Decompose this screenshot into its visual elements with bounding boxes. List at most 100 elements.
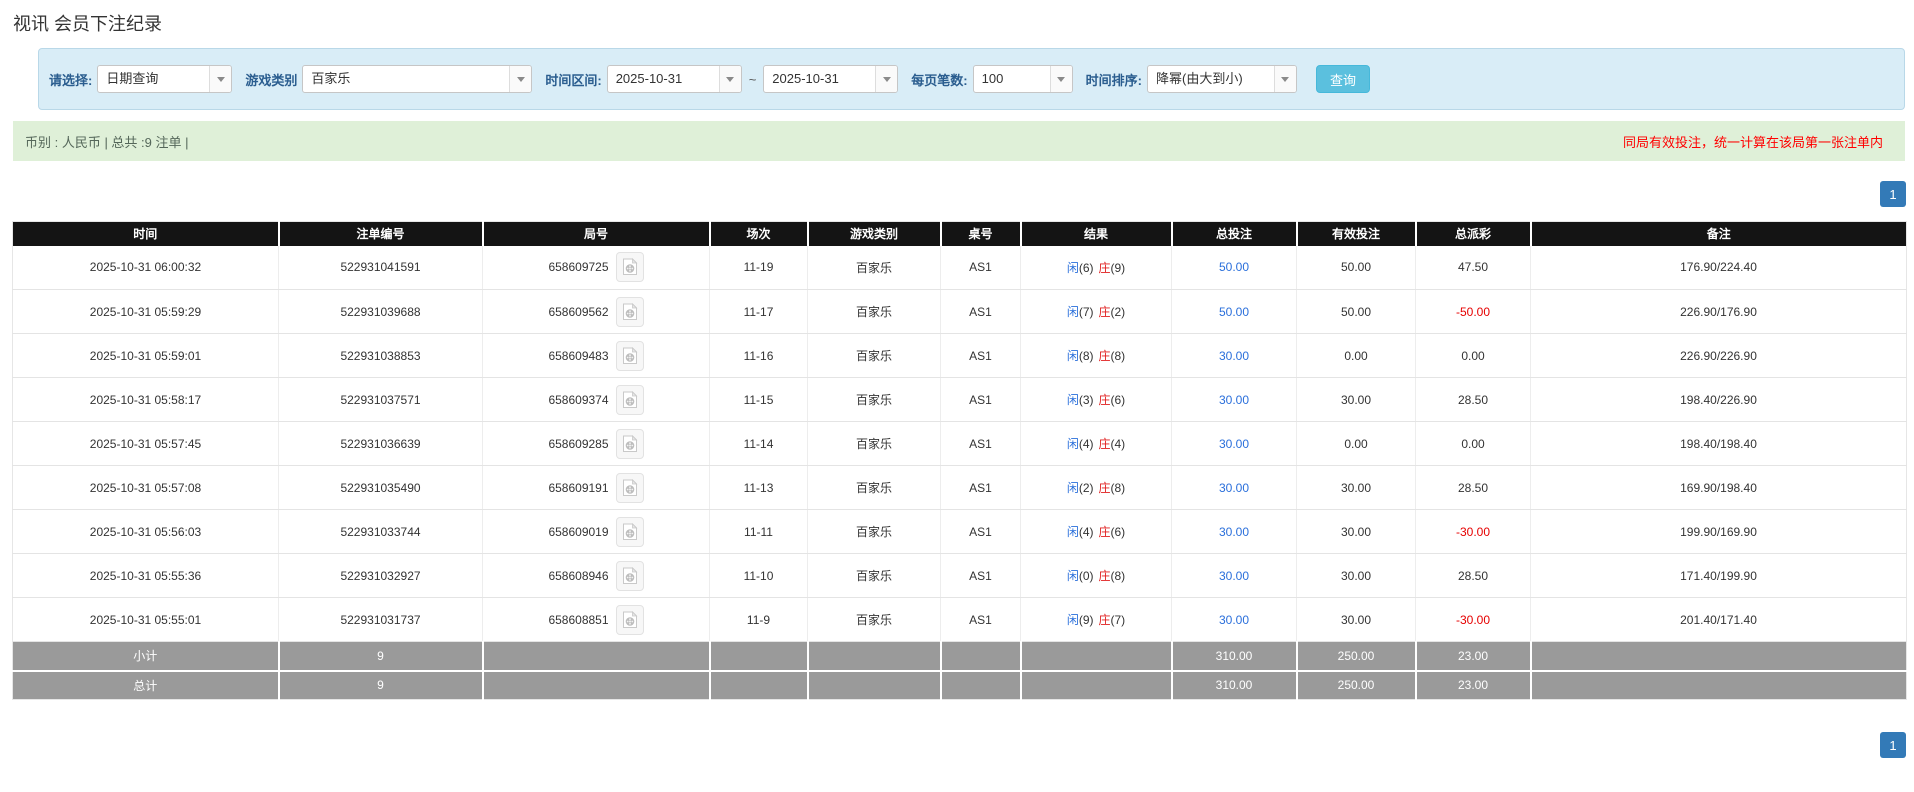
sort-order-value[interactable]: 降幂(由大到小) bbox=[1148, 66, 1274, 92]
sort-order-group: 时间排序: 降幂(由大到小) bbox=[1086, 65, 1297, 93]
video-record-icon[interactable] bbox=[615, 252, 644, 283]
cell-valid-bet: 50.00 bbox=[1296, 245, 1416, 290]
player-result: 闲 bbox=[1066, 437, 1079, 451]
cell-remark: 169.90/198.40 bbox=[1530, 465, 1907, 510]
cell-session: 11-9 bbox=[709, 597, 808, 642]
table-header: 时间 注单编号 局号 场次 游戏类别 桌号 结果 总投注 有效投注 总派彩 备注 bbox=[12, 221, 1907, 246]
cell-total-bet: 50.00 bbox=[1171, 245, 1297, 290]
cell-valid-bet: 30.00 bbox=[1296, 377, 1416, 422]
page-size-value[interactable]: 100 bbox=[974, 66, 1050, 92]
video-record-icon[interactable] bbox=[615, 472, 644, 503]
game-type-combo[interactable]: 百家乐 bbox=[302, 65, 533, 93]
cell-time: 2025-10-31 05:55:01 bbox=[12, 597, 279, 642]
banker-result: 庄 bbox=[1098, 613, 1111, 627]
player-score: (4) bbox=[1078, 525, 1094, 539]
table-row: 2025-10-31 05:58:17 522931037571 6586093… bbox=[12, 377, 1907, 422]
query-type-group: 请选择: 日期查询 bbox=[49, 65, 233, 93]
cell-payout: 28.50 bbox=[1415, 553, 1531, 598]
cell-session: 11-15 bbox=[709, 377, 808, 422]
total-bet-link[interactable]: 30.00 bbox=[1219, 481, 1249, 495]
date-from-value[interactable]: 2025-10-31 bbox=[608, 66, 719, 92]
cell-remark: 226.90/226.90 bbox=[1530, 333, 1907, 378]
cell-payout: -30.00 bbox=[1415, 509, 1531, 554]
cell-table-no: AS1 bbox=[940, 421, 1021, 466]
cell-bet-id: 522931041591 bbox=[278, 245, 483, 290]
video-record-icon[interactable] bbox=[615, 516, 644, 547]
cell-total-bet: 30.00 bbox=[1171, 509, 1297, 554]
cell-remark: 176.90/224.40 bbox=[1530, 245, 1907, 290]
cell-valid-bet: 30.00 bbox=[1296, 465, 1416, 510]
chevron-down-icon[interactable] bbox=[718, 66, 741, 92]
round-number: 658609019 bbox=[548, 524, 609, 539]
sort-order-combo[interactable]: 降幂(由大到小) bbox=[1146, 65, 1297, 93]
video-record-icon[interactable] bbox=[615, 428, 644, 459]
player-result: 闲 bbox=[1066, 349, 1079, 363]
round-number: 658609285 bbox=[548, 436, 609, 451]
cell-remark: 198.40/198.40 bbox=[1530, 421, 1907, 466]
cell-session: 11-19 bbox=[709, 245, 808, 290]
total-bet-link[interactable]: 30.00 bbox=[1219, 349, 1249, 363]
date-from-combo[interactable]: 2025-10-31 bbox=[606, 65, 742, 93]
total-bet-link[interactable]: 30.00 bbox=[1219, 525, 1249, 539]
chevron-down-icon[interactable] bbox=[509, 66, 532, 92]
date-to-value[interactable]: 2025-10-31 bbox=[764, 66, 875, 92]
table-body: 2025-10-31 06:00:32 522931041591 6586097… bbox=[12, 245, 1907, 642]
cell-game-type: 百家乐 bbox=[807, 377, 941, 422]
cell-total-bet: 30.00 bbox=[1171, 377, 1297, 422]
video-record-icon[interactable] bbox=[615, 340, 644, 371]
total-bet-link[interactable]: 30.00 bbox=[1219, 393, 1249, 407]
round-number: 658609725 bbox=[548, 260, 609, 275]
col-table-no: 桌号 bbox=[940, 221, 1022, 246]
player-score: (3) bbox=[1078, 393, 1094, 407]
total-bet-link[interactable]: 30.00 bbox=[1219, 569, 1249, 583]
cell-valid-bet: 30.00 bbox=[1296, 597, 1416, 642]
total-bet-link[interactable]: 50.00 bbox=[1219, 305, 1249, 319]
banker-result: 庄 bbox=[1098, 525, 1111, 539]
cell-result: 闲(3) 庄(6) bbox=[1020, 377, 1172, 422]
round-number: 658608946 bbox=[548, 568, 609, 583]
query-type-combo[interactable]: 日期查询 bbox=[97, 65, 233, 93]
player-result: 闲 bbox=[1066, 305, 1079, 319]
chevron-down-icon[interactable] bbox=[1273, 66, 1296, 92]
date-to-combo[interactable]: 2025-10-31 bbox=[763, 65, 899, 93]
cell-table-no: AS1 bbox=[940, 333, 1021, 378]
page-1-button[interactable]: 1 bbox=[1880, 732, 1906, 758]
total-bet-link[interactable]: 50.00 bbox=[1219, 260, 1249, 274]
video-record-icon[interactable] bbox=[615, 560, 644, 591]
table-row: 2025-10-31 05:57:08 522931035490 6586091… bbox=[12, 465, 1907, 510]
valid-bet-note: 同局有效投注，统一计算在该局第一张注单内 bbox=[1622, 134, 1883, 150]
date-range-group: 时间区间: 2025-10-31 ~ 2025-10-31 bbox=[545, 65, 899, 93]
banker-score: (8) bbox=[1110, 481, 1126, 495]
chevron-down-icon[interactable] bbox=[875, 66, 898, 92]
query-type-value[interactable]: 日期查询 bbox=[98, 66, 209, 92]
video-record-icon[interactable] bbox=[615, 604, 644, 635]
video-record-icon[interactable] bbox=[615, 384, 644, 415]
cell-table-no: AS1 bbox=[940, 465, 1021, 510]
total-bet-link[interactable]: 30.00 bbox=[1219, 613, 1249, 627]
table-row: 2025-10-31 06:00:32 522931041591 6586097… bbox=[12, 245, 1907, 290]
table-footer: 小计 9 310.00 250.00 23.00 总计 9 310.00 250… bbox=[12, 641, 1907, 700]
cell-game-type: 百家乐 bbox=[807, 289, 941, 334]
chevron-down-icon[interactable] bbox=[209, 66, 232, 92]
chevron-down-icon[interactable] bbox=[1049, 66, 1072, 92]
game-type-value[interactable]: 百家乐 bbox=[303, 66, 509, 92]
cell-time: 2025-10-31 05:56:03 bbox=[12, 509, 279, 554]
cell-result: 闲(0) 庄(8) bbox=[1020, 553, 1172, 598]
cell-bet-id: 522931037571 bbox=[278, 377, 483, 422]
banker-result: 庄 bbox=[1098, 437, 1111, 451]
search-button[interactable]: 查询 bbox=[1315, 65, 1370, 93]
bet-records-table: 时间 注单编号 局号 场次 游戏类别 桌号 结果 总投注 有效投注 总派彩 备注… bbox=[12, 221, 1907, 700]
subtotal-label: 小计 bbox=[12, 641, 280, 672]
cell-bet-id: 522931036639 bbox=[278, 421, 483, 466]
video-record-icon[interactable] bbox=[615, 296, 644, 327]
cell-time: 2025-10-31 05:55:36 bbox=[12, 553, 279, 598]
cell-remark: 171.40/199.90 bbox=[1530, 553, 1907, 598]
cell-round: 658609191 bbox=[482, 465, 710, 510]
page-size-combo[interactable]: 100 bbox=[972, 65, 1073, 93]
player-score: (4) bbox=[1078, 437, 1094, 451]
page-1-button[interactable]: 1 bbox=[1880, 181, 1906, 207]
player-result: 闲 bbox=[1066, 260, 1079, 275]
total-bet-link[interactable]: 30.00 bbox=[1219, 437, 1249, 451]
round-number: 658609562 bbox=[548, 304, 609, 319]
total-label: 总计 bbox=[12, 670, 280, 700]
